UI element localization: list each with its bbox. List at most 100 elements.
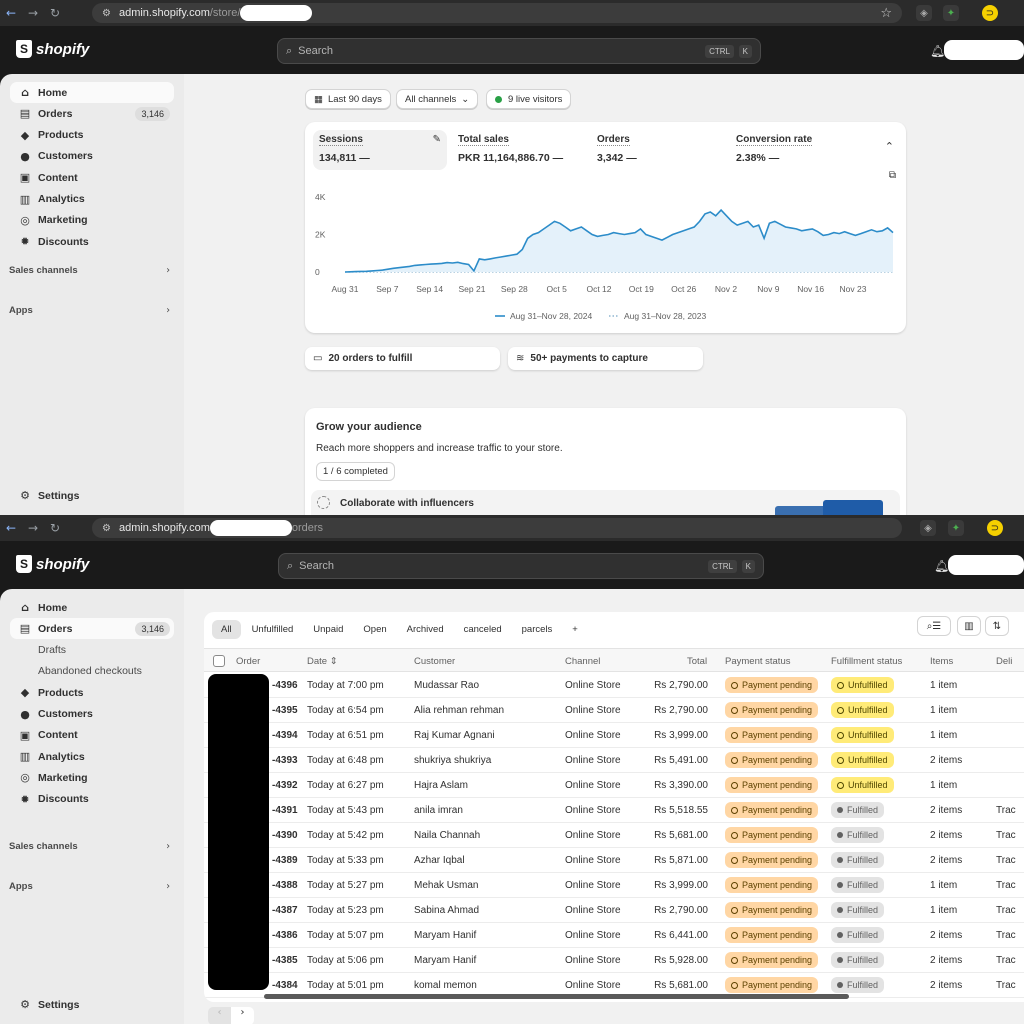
- col-date[interactable]: Date ⇕: [307, 656, 338, 667]
- table-row[interactable]: -4395 Today at 6:54 pm Alia rehman rehman O…: [204, 698, 1024, 723]
- order-number[interactable]: -4386: [272, 930, 298, 941]
- order-number[interactable]: -4385: [272, 955, 298, 966]
- reload-icon[interactable]: ↻: [44, 521, 66, 535]
- order-number[interactable]: -4392: [272, 780, 298, 791]
- sidebar-item-products[interactable]: ◆ Products: [10, 682, 174, 703]
- order-number[interactable]: -4396: [272, 680, 298, 691]
- site-info-icon[interactable]: ⚙: [102, 8, 111, 19]
- sidebar-item-discounts[interactable]: ✹ Discounts: [10, 231, 174, 252]
- bell-icon[interactable]: 🔔︎: [934, 559, 949, 573]
- sidebar-item-settings[interactable]: ⚙ Settings: [10, 994, 174, 1015]
- sidebar-item-orders[interactable]: ▤ Orders 3,146: [10, 618, 174, 640]
- profile-icon[interactable]: ⊃: [982, 5, 998, 21]
- payments-to-capture-button[interactable]: ≋ 50+ payments to capture: [508, 347, 703, 370]
- site-info-icon[interactable]: ⚙: [102, 523, 111, 534]
- table-row[interactable]: -4390 Today at 5:42 pm Naila Channah Online…: [204, 823, 1024, 848]
- order-number[interactable]: -4387: [272, 905, 298, 916]
- apps-section[interactable]: Apps ›: [9, 881, 174, 892]
- bell-icon[interactable]: 🔔︎: [930, 44, 945, 58]
- col-channel[interactable]: Channel: [565, 656, 600, 667]
- col-total[interactable]: Total: [687, 656, 707, 667]
- address-bar[interactable]: ⚙ admin.shopify.com orders: [92, 518, 902, 538]
- next-page-icon[interactable]: ›: [231, 1007, 254, 1024]
- tab-all[interactable]: All: [212, 619, 241, 639]
- tab-add[interactable]: +: [563, 620, 587, 639]
- tab-open[interactable]: Open: [354, 620, 395, 639]
- sidebar-item-customers[interactable]: ● Customers: [10, 146, 174, 167]
- horizontal-scrollbar[interactable]: [264, 994, 849, 999]
- sidebar-item-content[interactable]: ▣ Content: [10, 167, 174, 188]
- task-row[interactable]: Collaborate with influencers: [311, 490, 900, 515]
- shield-extension-icon[interactable]: ◈: [920, 520, 936, 536]
- search-input[interactable]: ⌕ Search CTRL K: [278, 553, 764, 579]
- sidebar-item-discounts[interactable]: ✹ Discounts: [10, 789, 174, 810]
- search-input[interactable]: ⌕ Search CTRL K: [277, 38, 761, 64]
- table-row[interactable]: -4393 Today at 6:48 pm shukriya shukriya On…: [204, 748, 1024, 773]
- order-number[interactable]: -4391: [272, 805, 298, 816]
- reload-icon[interactable]: ↻: [44, 6, 66, 20]
- tab-parcels[interactable]: parcels: [513, 620, 562, 639]
- date-range-button[interactable]: ▦ Last 90 days: [305, 89, 391, 109]
- puzzle-extension-icon[interactable]: ✦: [948, 520, 964, 536]
- sidebar-item-marketing[interactable]: ◎ Marketing: [10, 210, 174, 231]
- sidebar-item-marketing[interactable]: ◎ Marketing: [10, 767, 174, 788]
- sidebar-item-orders[interactable]: ▤ Orders 3,146: [10, 103, 174, 124]
- forward-icon[interactable]: →: [22, 6, 44, 20]
- shopify-logo[interactable]: S shopify: [16, 40, 89, 58]
- incomplete-circle-icon[interactable]: [317, 496, 330, 509]
- order-number[interactable]: -4394: [272, 730, 298, 741]
- sidebar-item-settings[interactable]: ⚙ Settings: [10, 485, 174, 506]
- col-items[interactable]: Items: [930, 656, 953, 667]
- sales-channels-section[interactable]: Sales channels ›: [9, 841, 174, 852]
- col-delivery[interactable]: Deli: [996, 656, 1012, 667]
- sidebar-item-content[interactable]: ▣ Content: [10, 725, 174, 746]
- col-order[interactable]: Order: [236, 656, 260, 667]
- table-row[interactable]: -4385 Today at 5:06 pm Maryam Hanif Online …: [204, 948, 1024, 973]
- profile-icon[interactable]: ⊃: [987, 520, 1003, 536]
- col-payment-status[interactable]: Payment status: [725, 656, 790, 667]
- sidebar-item-drafts[interactable]: Drafts: [10, 640, 174, 661]
- sidebar-item-customers[interactable]: ● Customers: [10, 704, 174, 725]
- prev-page-icon[interactable]: ‹: [208, 1007, 231, 1024]
- table-row[interactable]: -4396 Today at 7:00 pm Mudassar Rao Online …: [204, 673, 1024, 698]
- sidebar-item-abandoned-checkouts[interactable]: Abandoned checkouts: [10, 661, 174, 682]
- search-filter-button[interactable]: ⌕☰: [917, 616, 951, 636]
- table-row[interactable]: -4389 Today at 5:33 pm Azhar Iqbal Online S…: [204, 848, 1024, 873]
- order-number[interactable]: -4395: [272, 705, 298, 716]
- sort-button[interactable]: ⇅: [985, 616, 1009, 636]
- order-number[interactable]: -4393: [272, 755, 298, 766]
- order-number[interactable]: -4390: [272, 830, 298, 841]
- table-row[interactable]: -4387 Today at 5:23 pm Sabina Ahmad Online …: [204, 898, 1024, 923]
- table-row[interactable]: -4391 Today at 5:43 pm anila imran Online S…: [204, 798, 1024, 823]
- bookmark-star-icon[interactable]: ☆: [880, 6, 892, 21]
- sidebar-item-home[interactable]: ⌂ Home: [10, 597, 174, 618]
- shopify-logo[interactable]: S shopify: [16, 555, 89, 573]
- orders-to-fulfill-button[interactable]: ▭ 20 orders to fulfill: [305, 347, 500, 370]
- sidebar-item-analytics[interactable]: ▥ Analytics: [10, 746, 174, 767]
- tab-canceled[interactable]: canceled: [455, 620, 511, 639]
- table-row[interactable]: -4394 Today at 6:51 pm Raj Kumar Agnani Onl…: [204, 723, 1024, 748]
- back-icon[interactable]: ←: [0, 521, 22, 535]
- order-number[interactable]: -4389: [272, 855, 298, 866]
- sales-channels-section[interactable]: Sales channels ›: [9, 265, 174, 276]
- channels-dropdown[interactable]: All channels ⌄: [396, 89, 479, 109]
- sidebar-item-home[interactable]: ⌂ Home: [10, 82, 174, 103]
- tab-archived[interactable]: Archived: [398, 620, 453, 639]
- table-row[interactable]: -4388 Today at 5:27 pm Mehak Usman Online S…: [204, 873, 1024, 898]
- forward-icon[interactable]: →: [22, 521, 44, 535]
- shield-extension-icon[interactable]: ◈: [916, 5, 932, 21]
- col-fulfillment-status[interactable]: Fulfillment status: [831, 656, 902, 667]
- select-all-checkbox[interactable]: [213, 655, 225, 667]
- sidebar-item-products[interactable]: ◆ Products: [10, 125, 174, 146]
- order-number[interactable]: -4388: [272, 880, 298, 891]
- live-visitors-button[interactable]: 9 live visitors: [486, 89, 572, 109]
- order-number[interactable]: -4384: [272, 980, 298, 991]
- puzzle-extension-icon[interactable]: ✦: [943, 5, 959, 21]
- tab-unfulfilled[interactable]: Unfulfilled: [243, 620, 303, 639]
- address-bar[interactable]: ⚙ admin.shopify.com /store/ ☆: [92, 3, 902, 23]
- apps-section[interactable]: Apps ›: [9, 305, 174, 316]
- columns-button[interactable]: ▥: [957, 616, 981, 636]
- table-row[interactable]: -4386 Today at 5:07 pm Maryam Hanif Online …: [204, 923, 1024, 948]
- col-customer[interactable]: Customer: [414, 656, 455, 667]
- back-icon[interactable]: ←: [0, 6, 22, 20]
